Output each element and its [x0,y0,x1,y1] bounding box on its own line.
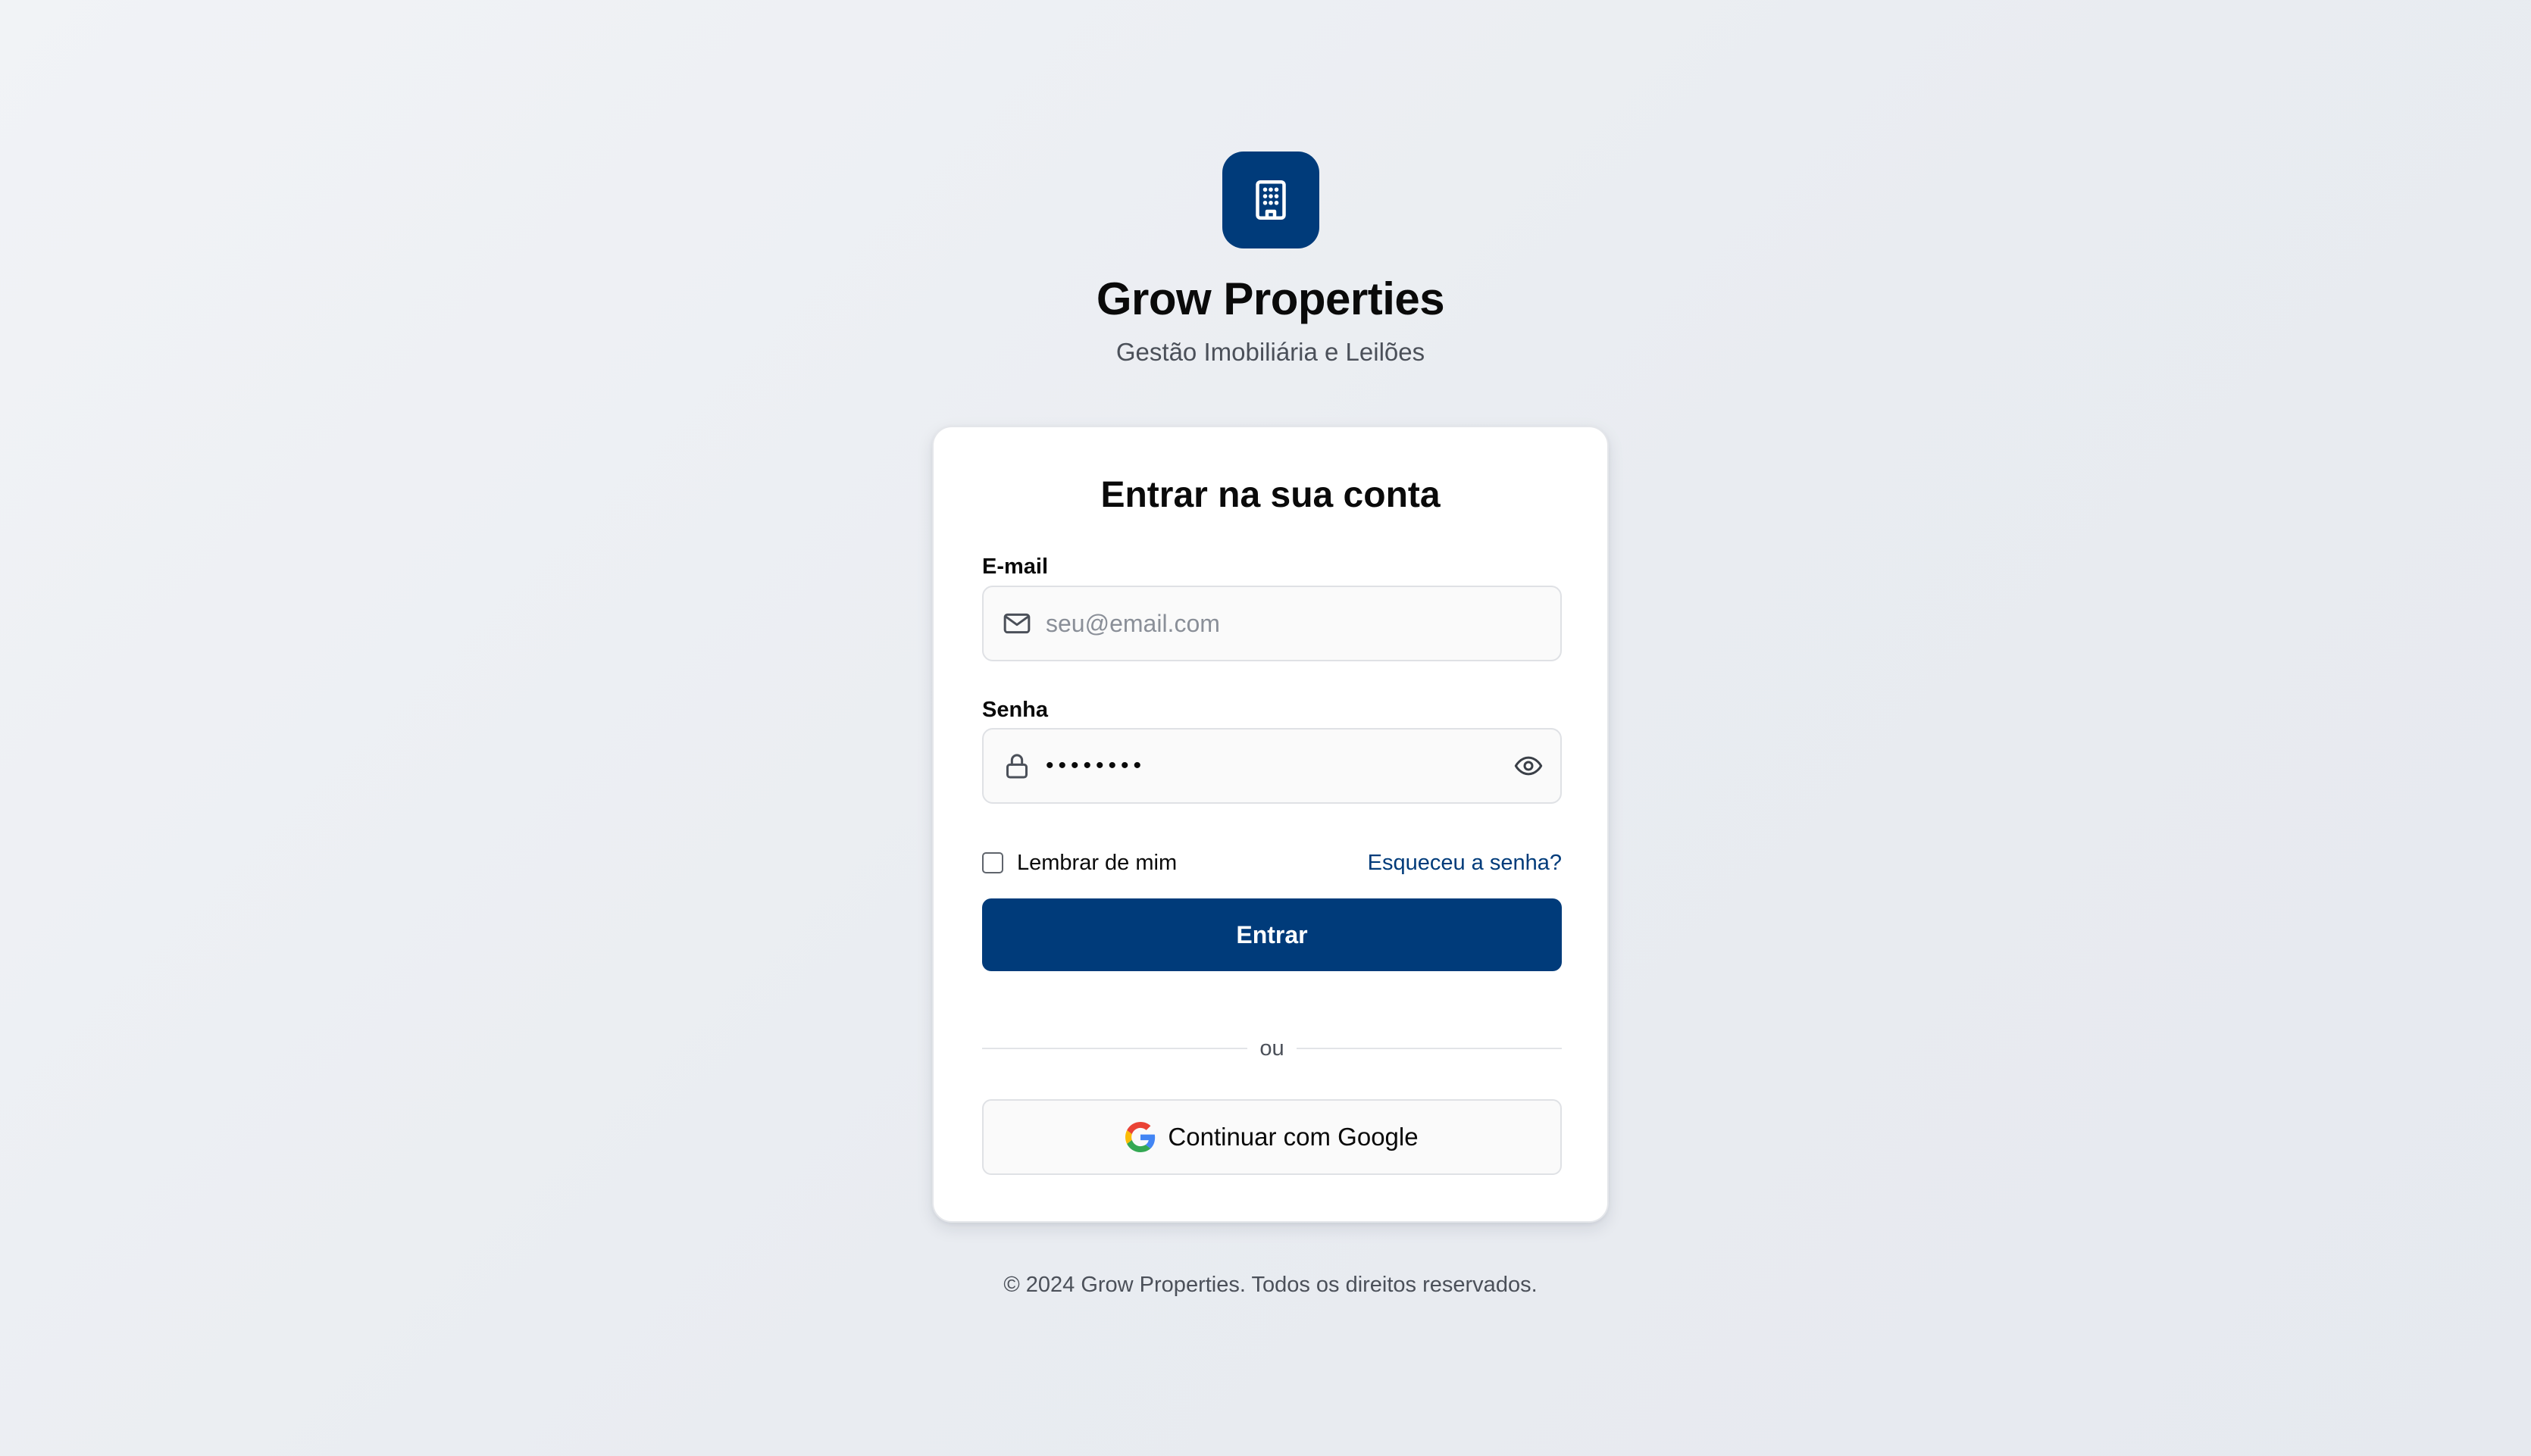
remember-checkbox[interactable] [982,852,1003,873]
email-field[interactable] [982,586,1562,661]
eye-icon[interactable] [1512,749,1545,783]
app-title: Grow Properties [1096,273,1445,324]
app-subtitle: Gestão Imobiliária e Leilões [1115,338,1425,366]
building-icon [1222,152,1319,248]
google-icon [1125,1122,1156,1152]
remember-me[interactable]: Lembrar de mim [982,851,1177,876]
footer-copyright: © 2024 Grow Properties. Todos os direito… [1003,1273,1538,1297]
forgot-password-link[interactable]: Esqueceu a senha? [1368,851,1562,876]
login-title: Entrar na sua conta [1100,475,1441,515]
password-label: Senha [982,698,1049,722]
lock-icon [1002,751,1032,781]
login-page: Grow Properties Gestão Imobiliária e Lei… [932,152,1609,1297]
login-card: Entrar na sua conta E-mail Senha [932,426,1609,1223]
divider-label: ou [1259,1036,1284,1061]
brand-header: Grow Properties Gestão Imobiliária e Lei… [932,152,1609,367]
remember-label: Lembrar de mim [1017,850,1178,875]
password-field[interactable] [982,728,1562,804]
google-login-button[interactable]: Continuar com Google [982,1099,1562,1175]
or-divider: ou [982,1033,1563,1064]
email-label: E-mail [982,555,1049,579]
mail-icon [1002,608,1032,639]
login-options: Lembrar de mim Esqueceu a senha? [982,848,1562,878]
password-input[interactable] [1046,743,1512,789]
divider-line-left [982,1048,1248,1049]
login-button[interactable]: Entrar [982,898,1562,971]
email-input[interactable] [1046,601,1560,646]
google-button-label: Continuar com Google [1168,1123,1419,1151]
divider-line-right [1296,1048,1563,1049]
